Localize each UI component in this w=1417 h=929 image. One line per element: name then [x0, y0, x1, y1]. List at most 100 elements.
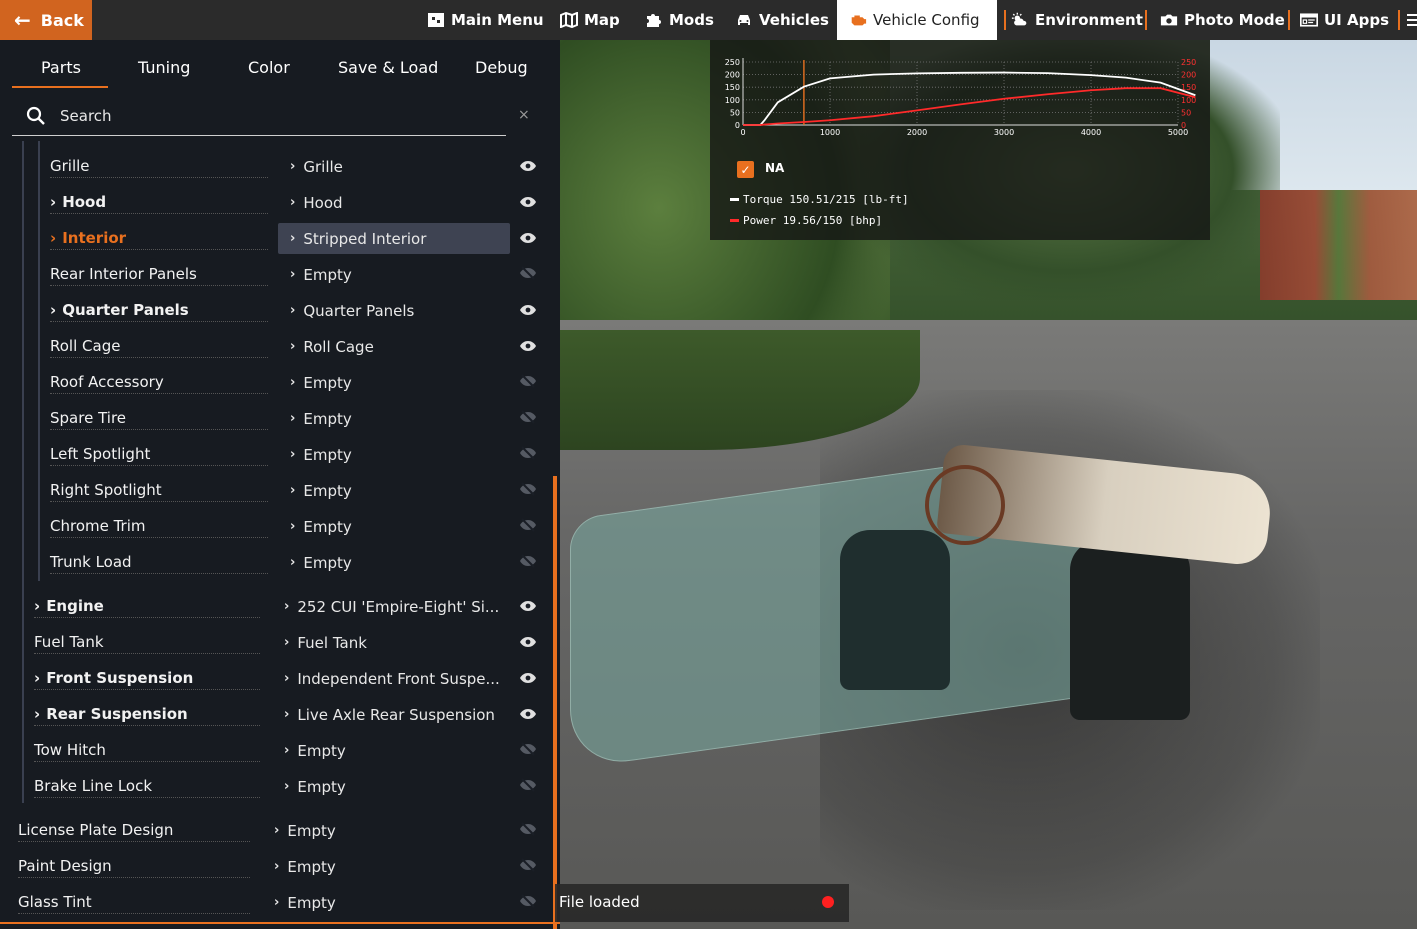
part-slot-label: Right Spotlight	[50, 481, 162, 499]
tab-debug[interactable]: Debug	[475, 58, 528, 77]
eye-hidden-icon[interactable]	[519, 265, 537, 280]
part-selected-value: Empty	[287, 821, 336, 840]
part-dropdown[interactable]: › Empty	[272, 735, 510, 766]
nav-photo-mode[interactable]: Photo Mode	[1160, 0, 1285, 40]
part-dropdown[interactable]: › 252 CUI 'Empire-Eight' Si...	[272, 591, 510, 622]
eye-hidden-icon[interactable]	[519, 409, 537, 424]
chevron-right-icon: ›	[284, 779, 290, 794]
tab-save-load[interactable]: Save & Load	[338, 58, 438, 77]
chevron-right-icon[interactable]: ›	[50, 193, 56, 211]
arrow-left-icon: ←	[14, 8, 31, 32]
part-selected-value: Empty	[303, 517, 352, 536]
part-dropdown[interactable]: › Empty	[272, 771, 510, 802]
part-dropdown[interactable]: › Empty	[262, 887, 510, 918]
eye-hidden-icon[interactable]	[519, 893, 537, 908]
status-text: File loaded	[559, 893, 640, 911]
chevron-right-icon[interactable]: ›	[50, 301, 56, 319]
eye-icon[interactable]	[519, 669, 537, 683]
y-tick-label-left: 0	[735, 121, 740, 130]
eye-hidden-icon[interactable]	[519, 857, 537, 872]
eye-hidden-icon[interactable]	[519, 373, 537, 388]
nav-main-menu[interactable]: Main Menu	[427, 0, 544, 40]
eye-icon[interactable]	[519, 157, 537, 171]
part-dropdown[interactable]: › Live Axle Rear Suspension	[272, 699, 510, 730]
nav-ui-apps[interactable]: UI Apps	[1300, 0, 1389, 40]
eye-hidden-icon[interactable]	[519, 445, 537, 460]
tab-parts[interactable]: Parts	[41, 58, 81, 77]
eye-hidden-icon[interactable]	[519, 821, 537, 836]
part-slot-label[interactable]: › Quarter Panels	[50, 301, 189, 319]
part-dropdown[interactable]: › Empty	[278, 403, 510, 434]
nav-mods[interactable]: Mods	[645, 0, 714, 40]
part-slot-label[interactable]: › Interior	[50, 229, 126, 247]
x-tick-label: 0	[740, 128, 745, 137]
part-dropdown[interactable]: › Stripped Interior	[278, 223, 510, 254]
search-icon	[26, 106, 46, 126]
part-dropdown[interactable]: › Independent Front Suspe...	[272, 663, 510, 694]
eye-hidden-icon[interactable]	[519, 553, 537, 568]
part-row: › Quarter Panels › Quarter Panels	[0, 291, 552, 327]
nav-environment[interactable]: Environment	[1011, 0, 1143, 40]
eye-icon[interactable]	[519, 229, 537, 243]
eye-icon[interactable]	[519, 597, 537, 611]
part-dropdown[interactable]: › Empty	[278, 475, 510, 506]
torque-legend: Torque 150.51/215 [lb-ft]	[730, 193, 909, 206]
eye-hidden-icon[interactable]	[519, 777, 537, 792]
eye-icon[interactable]	[519, 705, 537, 719]
part-dropdown[interactable]: › Empty	[278, 547, 510, 578]
menu-icon[interactable]	[1407, 0, 1417, 40]
x-tick-label: 3000	[994, 128, 1014, 137]
part-selected-value: Stripped Interior	[303, 229, 427, 248]
nav-map[interactable]: Map	[560, 0, 620, 40]
part-dropdown[interactable]: › Hood	[278, 187, 510, 218]
chevron-right-icon[interactable]: ›	[34, 597, 40, 615]
part-slot-label[interactable]: › Rear Suspension	[34, 705, 188, 723]
torque-curve	[743, 71, 1196, 126]
part-dropdown[interactable]: › Empty	[262, 851, 510, 882]
tab-color[interactable]: Color	[248, 58, 290, 77]
chevron-right-icon[interactable]: ›	[34, 669, 40, 687]
y-tick-label-right: 50	[1181, 108, 1191, 117]
part-selected-value: Empty	[303, 553, 352, 572]
part-dropdown[interactable]: › Grille	[278, 151, 510, 182]
part-slot-name: Paint Design	[18, 857, 112, 875]
part-dropdown[interactable]: › Empty	[278, 439, 510, 470]
part-row: Grille › Grille	[0, 147, 552, 183]
nav-vehicles[interactable]: Vehicles	[735, 0, 829, 40]
part-dropdown[interactable]: › Quarter Panels	[278, 295, 510, 326]
eye-icon[interactable]	[519, 193, 537, 207]
back-button[interactable]: ← Back	[0, 0, 92, 40]
eye-icon[interactable]	[519, 633, 537, 647]
eye-icon[interactable]	[519, 301, 537, 315]
eye-hidden-icon[interactable]	[519, 481, 537, 496]
search-input[interactable]	[60, 104, 500, 128]
chevron-right-icon: ›	[290, 483, 296, 498]
part-dropdown[interactable]: › Empty	[262, 815, 510, 846]
part-dropdown[interactable]: › Empty	[278, 367, 510, 398]
part-slot-label[interactable]: › Engine	[34, 597, 104, 615]
scrollbar[interactable]	[553, 476, 557, 929]
eye-hidden-icon[interactable]	[519, 741, 537, 756]
part-dropdown[interactable]: › Empty	[278, 511, 510, 542]
part-slot-name: Brake Line Lock	[34, 777, 153, 795]
chevron-right-icon: ›	[290, 555, 296, 570]
eye-hidden-icon[interactable]	[519, 517, 537, 532]
chevron-right-icon: ›	[290, 267, 296, 282]
dotted-leader	[50, 177, 268, 178]
chevron-right-icon[interactable]: ›	[50, 229, 56, 247]
chevron-right-icon[interactable]: ›	[34, 705, 40, 723]
na-checkbox[interactable]: ✓	[737, 161, 754, 178]
chevron-right-icon: ›	[274, 895, 280, 910]
tab-tuning[interactable]: Tuning	[138, 58, 190, 77]
clear-search-button[interactable]: ×	[518, 107, 530, 123]
part-dropdown[interactable]: › Fuel Tank	[272, 627, 510, 658]
part-dropdown[interactable]: › Roll Cage	[278, 331, 510, 362]
part-slot-label: Rear Interior Panels	[50, 265, 197, 283]
part-slot-label[interactable]: › Hood	[50, 193, 106, 211]
part-selected-value: 252 CUI 'Empire-Eight' Si...	[297, 597, 500, 616]
nav-vehicle-config[interactable]: Vehicle Config	[837, 0, 997, 40]
part-slot-label[interactable]: › Front Suspension	[34, 669, 193, 687]
eye-icon[interactable]	[519, 337, 537, 351]
part-selected-value: Empty	[297, 741, 346, 760]
part-dropdown[interactable]: › Empty	[278, 259, 510, 290]
